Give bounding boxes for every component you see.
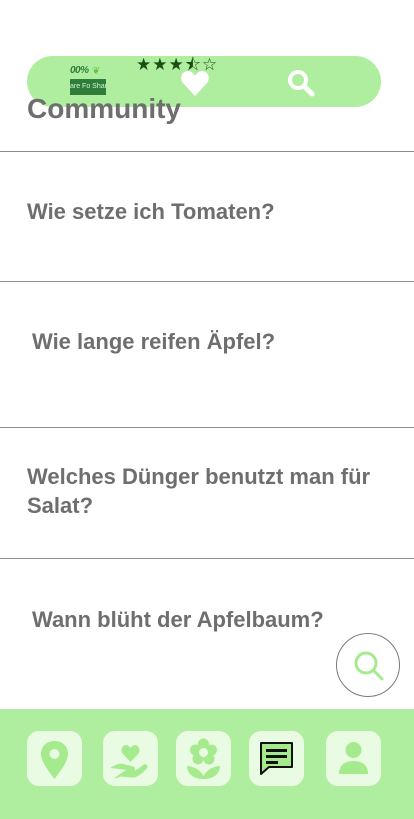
heart-icon[interactable]	[180, 69, 210, 97]
floating-search-button[interactable]	[336, 633, 400, 697]
nav-community-button[interactable]	[249, 731, 304, 786]
nav-map-button[interactable]	[27, 731, 82, 786]
leaf-icon: ❦	[92, 66, 101, 77]
divider	[0, 281, 414, 282]
nav-donate-button[interactable]	[103, 731, 158, 786]
divider	[0, 151, 414, 152]
chat-icon	[260, 742, 293, 775]
nav-profile-button[interactable]	[326, 731, 381, 786]
flower-icon	[187, 738, 220, 779]
community-screen: 00% ❦ are Fo Share ★★★⯪☆ Community Wie s…	[0, 0, 414, 819]
question-item[interactable]: Welches Dünger benutzt man für Salat?	[27, 462, 377, 520]
question-item[interactable]: Wie lange reifen Äpfel?	[32, 327, 392, 356]
logo-text-top: 00%	[70, 65, 89, 76]
heart-hand-icon	[110, 745, 148, 779]
location-pin-icon	[41, 741, 68, 779]
question-item[interactable]: Wie setze ich Tomaten?	[27, 197, 387, 226]
nav-garden-button[interactable]	[176, 731, 231, 786]
question-item[interactable]: Wann blüht der Apfelbaum?	[32, 605, 392, 634]
divider	[0, 427, 414, 428]
divider	[0, 558, 414, 559]
user-icon	[339, 742, 368, 774]
search-icon	[354, 651, 384, 681]
app-logo[interactable]: 00% ❦ are Fo Share	[70, 65, 106, 95]
search-icon[interactable]	[287, 69, 315, 97]
page-title: Community	[27, 93, 181, 124]
